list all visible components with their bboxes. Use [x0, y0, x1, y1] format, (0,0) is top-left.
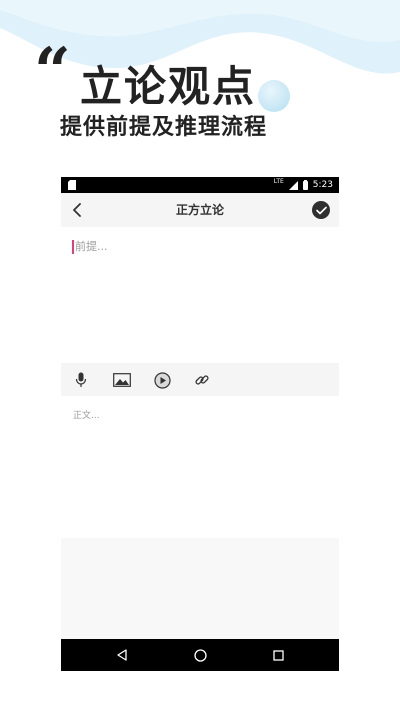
voice-input-button[interactable]: [69, 368, 93, 392]
phone-screen: LTE 5:23 正方立论 前提... 正文...: [61, 177, 339, 671]
quote-mark: “: [34, 34, 71, 109]
premise-input[interactable]: 前提...: [61, 227, 339, 363]
text-cursor: [72, 240, 74, 254]
body-input[interactable]: 正文...: [61, 396, 339, 538]
recents-square-icon: [272, 649, 284, 661]
image-icon: [113, 373, 131, 387]
chevron-left-icon: [73, 203, 81, 217]
microphone-icon: [75, 372, 87, 387]
insert-video-button[interactable]: [150, 368, 174, 392]
empty-panel: [61, 538, 339, 639]
insert-image-button[interactable]: [110, 368, 134, 392]
check-icon: [315, 206, 327, 214]
back-button[interactable]: [65, 198, 89, 222]
hero-title: 立论观点: [80, 62, 257, 111]
nav-home-button[interactable]: [188, 643, 212, 667]
nav-back-button[interactable]: [110, 643, 134, 667]
battery-icon: [302, 179, 308, 190]
hero-subtitle: 提供前提及推理流程: [60, 115, 268, 140]
signal-icon: [288, 180, 298, 190]
decorative-bubble: [258, 80, 290, 112]
play-circle-icon: [153, 371, 171, 389]
premise-placeholder: 前提...: [75, 240, 108, 253]
link-icon: [195, 375, 209, 385]
nav-recents-button[interactable]: [266, 643, 290, 667]
system-nav-bar: [61, 639, 339, 671]
status-time: 5:23: [312, 180, 333, 190]
back-triangle-icon: [117, 649, 127, 661]
insert-link-button[interactable]: [190, 368, 214, 392]
confirm-button[interactable]: [312, 201, 330, 219]
home-circle-icon: [193, 648, 207, 662]
page-title: 正方立论: [175, 203, 224, 217]
editor-toolbar: [61, 363, 339, 396]
app-bar: 正方立论: [61, 193, 339, 227]
network-type: LTE: [273, 178, 284, 185]
body-placeholder: 正文...: [73, 411, 100, 421]
status-bar: LTE 5:23: [61, 177, 339, 193]
sd-card-icon: [68, 180, 76, 190]
